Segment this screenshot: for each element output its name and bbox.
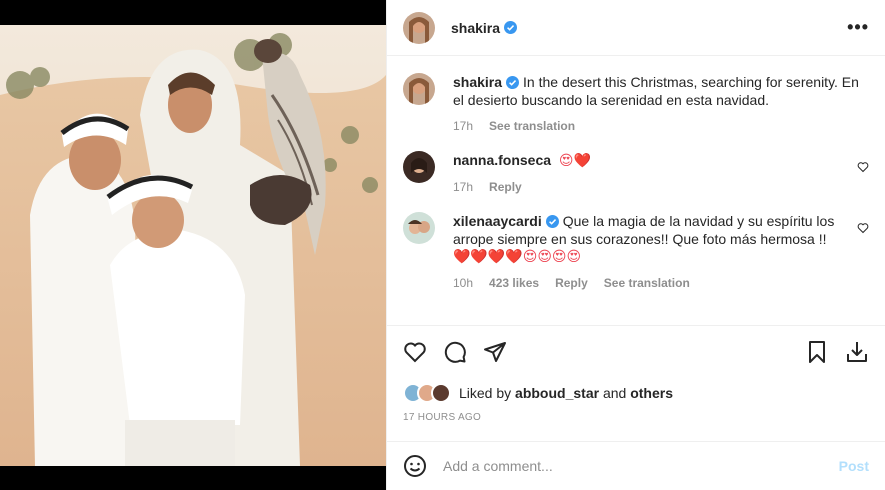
- bookmark-icon[interactable]: [805, 340, 829, 364]
- reply-link[interactable]: Reply: [555, 274, 588, 292]
- liker-username[interactable]: abboud_star: [515, 385, 599, 401]
- likes-prefix: Liked by: [459, 385, 516, 401]
- comment-icon[interactable]: [443, 340, 467, 364]
- caption-time[interactable]: 17h: [453, 117, 473, 135]
- comment: nanna.fonseca 😍❤️ 17h Reply: [403, 151, 869, 196]
- download-icon[interactable]: [845, 340, 869, 364]
- verified-badge-icon: [545, 215, 559, 228]
- author-username[interactable]: shakira: [451, 20, 500, 36]
- comment-input[interactable]: [443, 458, 839, 474]
- like-comment-icon[interactable]: [857, 161, 869, 173]
- comment-emojis: 😍❤️: [558, 153, 591, 169]
- post-button[interactable]: Post: [839, 458, 869, 474]
- caption: shakira In the desert this Christmas, sea…: [403, 73, 869, 135]
- desert-family-photo: [0, 25, 386, 466]
- commenter-username[interactable]: nanna.fonseca: [453, 152, 551, 168]
- caption-avatar[interactable]: [403, 73, 435, 105]
- comment-time[interactable]: 17h: [453, 178, 473, 196]
- author-avatar[interactable]: [403, 11, 435, 44]
- heart-icon[interactable]: [403, 340, 427, 364]
- verified-badge-icon: [506, 76, 520, 89]
- comment: xilenaaycardi Que la magia de la navidad …: [403, 212, 869, 292]
- comments-list: shakira In the desert this Christmas, sea…: [387, 57, 885, 324]
- commenter-avatar[interactable]: [403, 151, 435, 183]
- post-media: [0, 0, 386, 490]
- comment-time[interactable]: 10h: [453, 274, 473, 292]
- liker-avatar[interactable]: [431, 383, 451, 403]
- likes-summary: Liked by abboud_star and others: [387, 382, 885, 404]
- emoji-icon[interactable]: [403, 454, 427, 478]
- post-modal: shakira ••• shakira In the desert this Ch…: [0, 0, 885, 490]
- caption-username[interactable]: shakira: [453, 74, 502, 90]
- post-header: shakira •••: [387, 0, 885, 56]
- commenter-username[interactable]: xilenaaycardi: [453, 213, 542, 229]
- commenter-avatar[interactable]: [403, 212, 435, 244]
- reply-link[interactable]: Reply: [489, 178, 522, 196]
- likes-others-link[interactable]: others: [630, 385, 673, 401]
- comment-emojis: ❤️❤️❤️❤️😍😍😍😍: [453, 249, 582, 265]
- likes-mid: and: [599, 385, 631, 401]
- add-comment-bar: Post: [387, 441, 885, 490]
- post-actions: Liked by abboud_star and others 17 HOURS…: [387, 325, 885, 423]
- share-icon[interactable]: [483, 340, 507, 364]
- posted-time[interactable]: 17 HOURS AGO: [387, 412, 885, 423]
- like-comment-icon[interactable]: [857, 222, 869, 234]
- see-translation-link[interactable]: See translation: [604, 274, 690, 292]
- comment-likes-count[interactable]: 423 likes: [489, 274, 539, 292]
- post-photo[interactable]: [0, 25, 386, 466]
- post-side-panel: shakira ••• shakira In the desert this Ch…: [386, 0, 885, 490]
- verified-badge-icon: [504, 21, 518, 34]
- more-options-icon[interactable]: •••: [847, 17, 869, 38]
- see-translation-link[interactable]: See translation: [489, 117, 575, 135]
